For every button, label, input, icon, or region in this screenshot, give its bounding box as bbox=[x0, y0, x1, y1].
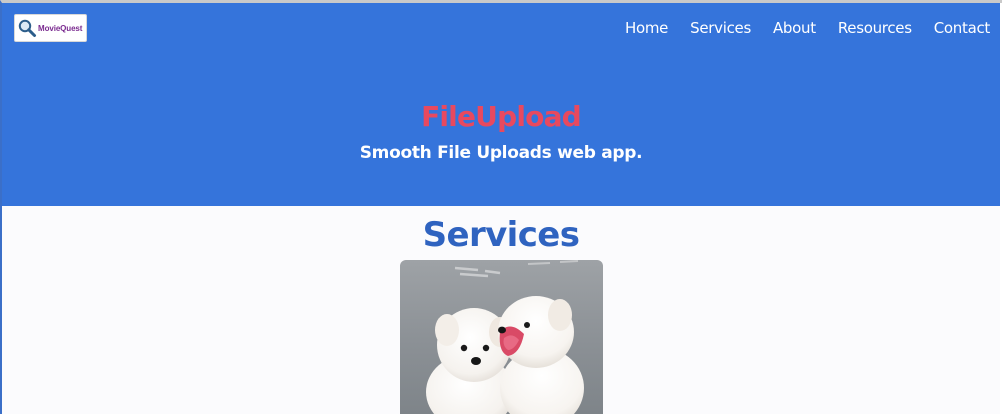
logo[interactable]: MovieQuest bbox=[14, 14, 87, 42]
logo-text: MovieQuest bbox=[38, 23, 83, 33]
nav-about[interactable]: About bbox=[762, 19, 827, 37]
puppies-photo bbox=[400, 260, 603, 414]
main-nav: Home Services About Resources Contact bbox=[614, 19, 990, 37]
nav-services[interactable]: Services bbox=[679, 19, 762, 37]
nav-home[interactable]: Home bbox=[614, 19, 679, 37]
services-section: Services bbox=[2, 206, 1000, 414]
nav-resources[interactable]: Resources bbox=[827, 19, 923, 37]
hero-subtitle: Smooth File Uploads web app. bbox=[359, 143, 643, 163]
service-image bbox=[400, 260, 603, 414]
nav-contact[interactable]: Contact bbox=[923, 19, 991, 37]
magnifier-icon bbox=[18, 19, 36, 37]
section-title: Services bbox=[422, 215, 580, 255]
hero-title: FileUpload bbox=[421, 100, 582, 133]
site-header: MovieQuest Home Services About Resources… bbox=[2, 3, 1000, 206]
